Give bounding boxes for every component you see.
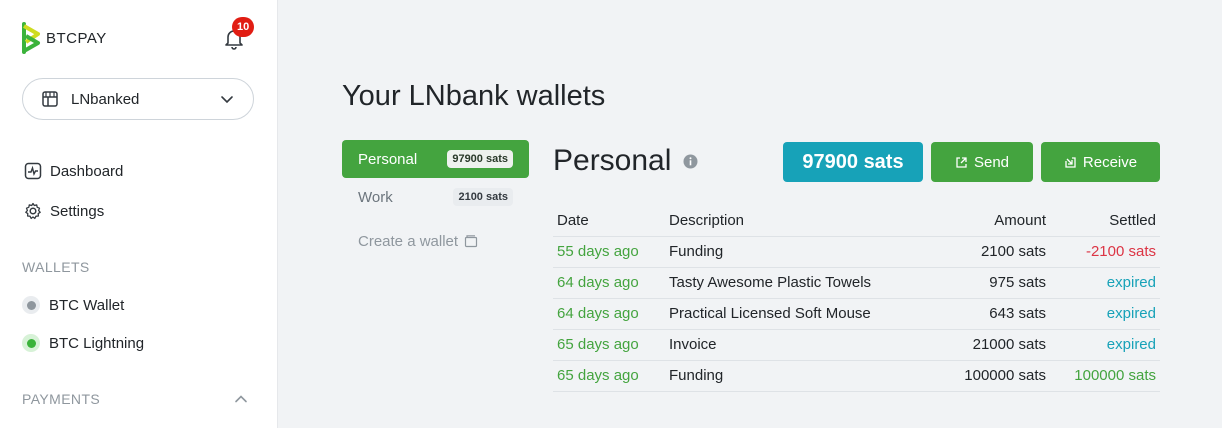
create-wallet-link[interactable]: Create a wallet [342, 226, 529, 256]
tx-amount: 975 sats [935, 267, 1050, 299]
sidebar: BTCPAY 10 LNbanked Dashboard Settings WA… [0, 0, 278, 428]
header-description: Description [665, 205, 935, 237]
header-date: Date [553, 205, 665, 237]
nav-settings[interactable]: Settings [24, 202, 104, 220]
sidebar-item-btc-lightning[interactable]: BTC Lightning [22, 334, 144, 352]
tx-date: 55 days ago [553, 236, 665, 268]
wallet-balance-badge: 97900 sats [447, 150, 513, 168]
tx-description: Invoice [665, 329, 935, 361]
tx-settled: expired [1050, 329, 1160, 361]
tx-settled: expired [1050, 267, 1160, 299]
tx-amount: 21000 sats [935, 329, 1050, 361]
nav-dashboard-label: Dashboard [50, 162, 124, 180]
btc-lightning-label: BTC Lightning [49, 334, 145, 352]
wallet-balance-badge: 2100 sats [453, 188, 513, 206]
chevron-up-icon[interactable] [234, 392, 248, 406]
brand-name: BTCPAY [46, 29, 107, 47]
tx-date: 65 days ago [553, 329, 665, 361]
receive-icon [1065, 156, 1076, 168]
page-title: Your LNbank wallets [342, 80, 606, 112]
table-row[interactable]: 65 days ago Funding 100000 sats 100000 s… [553, 360, 1160, 392]
info-icon[interactable] [683, 154, 698, 169]
tx-amount: 100000 sats [935, 360, 1050, 392]
btc-wallet-label: BTC Wallet [49, 296, 125, 314]
wallet-list-item-name: Personal [358, 150, 418, 168]
table-row[interactable]: 64 days ago Tasty Awesome Plastic Towels… [553, 267, 1160, 299]
table-row[interactable]: 55 days ago Funding 2100 sats -2100 sats [553, 236, 1160, 268]
header-amount: Amount [935, 205, 1050, 237]
wallet-name: Personal [553, 144, 672, 177]
table-row[interactable]: 64 days ago Practical Licensed Soft Mous… [553, 298, 1160, 330]
lightning-status-icon [22, 334, 40, 352]
tx-description: Practical Licensed Soft Mouse [665, 298, 935, 330]
btcpay-logo-icon [22, 22, 40, 54]
tx-date: 65 days ago [553, 360, 665, 392]
wallet-balance-display: 97900 sats [783, 142, 923, 182]
tx-description: Funding [665, 360, 935, 392]
tx-amount: 2100 sats [935, 236, 1050, 268]
external-link-icon [956, 156, 967, 168]
tx-settled: expired [1050, 298, 1160, 330]
dashboard-icon [24, 162, 42, 180]
tx-amount: 643 sats [935, 298, 1050, 330]
wallet-list-item-name: Work [358, 188, 393, 206]
transactions-table: Date Description Amount Settled 55 days … [553, 205, 1160, 392]
wallet-heading: Personal [553, 144, 698, 178]
wallet-list-item-personal[interactable]: Personal 97900 sats [342, 140, 529, 178]
send-button-label: Send [973, 153, 1010, 171]
store-selector[interactable]: LNbanked [22, 78, 254, 120]
store-icon [42, 91, 58, 107]
status-dot [26, 300, 36, 310]
wallet-list-item-work[interactable]: Work 2100 sats [342, 178, 529, 216]
wallet-add-icon [464, 235, 478, 248]
wallets-section-title: WALLETS [22, 259, 90, 275]
send-button[interactable]: Send [931, 142, 1033, 182]
notification-count-badge: 10 [232, 17, 255, 37]
chevron-down-icon [221, 96, 233, 104]
nav-dashboard[interactable]: Dashboard [24, 162, 123, 180]
nav-settings-label: Settings [50, 202, 105, 220]
tx-settled: -2100 sats [1050, 236, 1160, 268]
receive-button-label: Receive [1082, 153, 1138, 171]
tx-date: 64 days ago [553, 267, 665, 299]
wallet-list: Personal 97900 sats Work 2100 sats Creat… [342, 140, 529, 256]
header-settled: Settled [1050, 205, 1160, 237]
tx-description: Funding [665, 236, 935, 268]
table-header-row: Date Description Amount Settled [553, 205, 1160, 237]
receive-button[interactable]: Receive [1041, 142, 1160, 182]
sidebar-item-btc-wallet[interactable]: BTC Wallet [22, 296, 124, 314]
create-wallet-label: Create a wallet [358, 232, 459, 250]
payments-section-title[interactable]: PAYMENTS [22, 391, 100, 407]
wallet-status-icon [22, 296, 40, 314]
tx-settled: 100000 sats [1050, 360, 1160, 392]
gear-icon [25, 202, 41, 220]
tx-description: Tasty Awesome Plastic Towels [665, 267, 935, 299]
btcpay-logo[interactable]: BTCPAY [22, 22, 107, 54]
store-name: LNbanked [71, 90, 140, 108]
table-row[interactable]: 65 days ago Invoice 21000 sats expired [553, 329, 1160, 361]
tx-date: 64 days ago [553, 298, 665, 330]
status-dot [26, 338, 36, 348]
